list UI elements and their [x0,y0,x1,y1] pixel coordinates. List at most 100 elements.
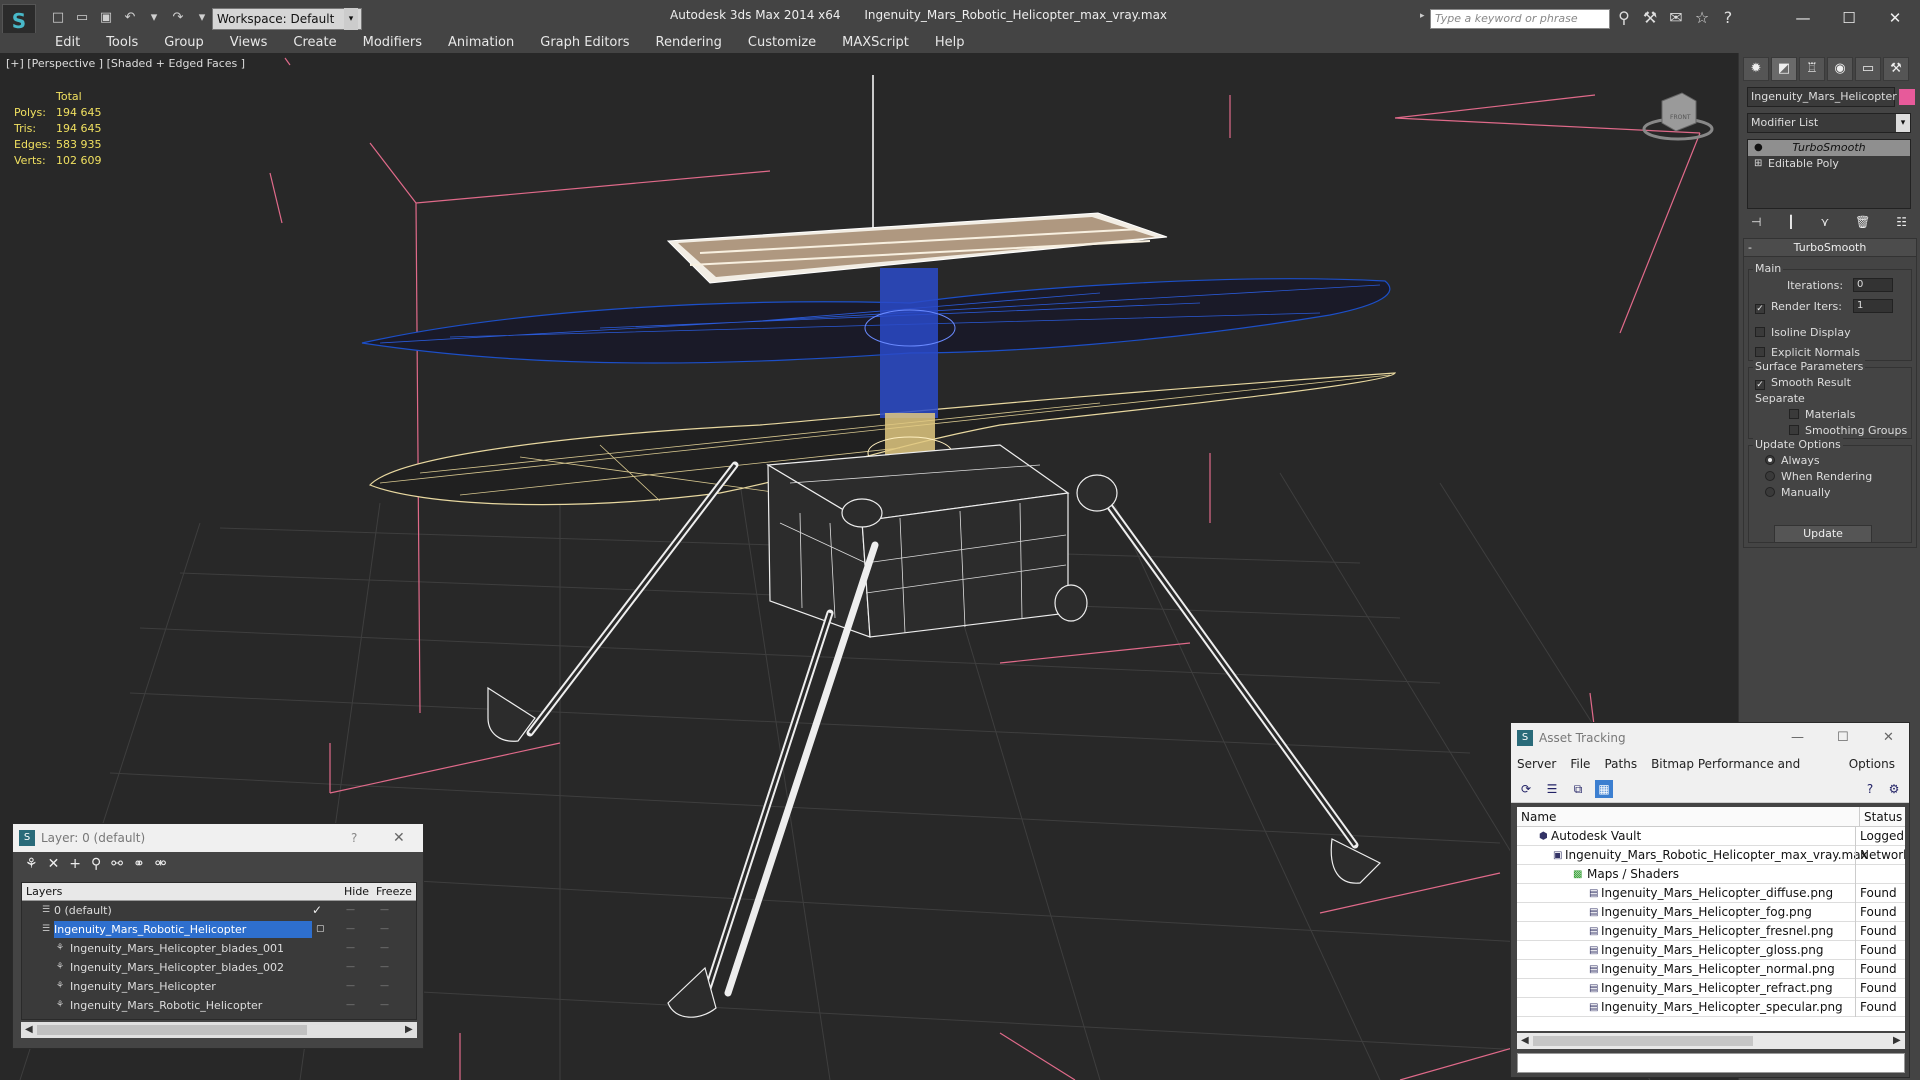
scroll-right-icon[interactable]: ▶ [1893,1033,1901,1049]
checkbox-checked[interactable]: ✓ [1755,380,1765,390]
help-icon[interactable]: ? [1861,780,1879,798]
hide-toggle[interactable]: — [346,920,355,939]
freeze-toggle[interactable]: — [380,920,389,939]
scrollbar-thumb[interactable] [1533,1036,1753,1046]
settings-icon[interactable]: ⚙ [1885,780,1903,798]
close-icon[interactable]: ✕ [1872,4,1918,32]
expand-plus-icon[interactable]: ⊞ [1754,156,1762,172]
asset-row[interactable]: ⬢ Autodesk Vault Logged Out [1517,827,1905,846]
freeze-toggle[interactable]: — [380,958,389,977]
redo-icon[interactable]: ↷ [168,8,188,28]
tree-view-icon[interactable]: ⧉ [1569,780,1587,798]
save-file-icon[interactable]: ▣ [96,8,116,28]
hide-toggle[interactable]: — [346,939,355,958]
make-unique-icon[interactable]: ⋎ [1820,215,1829,229]
hide-toggle[interactable]: — [346,996,355,1015]
radio-unselected[interactable] [1765,487,1775,497]
freeze-toggle[interactable]: — [380,939,389,958]
highlight-layer-icon[interactable]: ⚯ [111,856,123,878]
lightbulb-icon[interactable]: ● [1754,140,1763,156]
menu-group[interactable]: Group [164,33,204,53]
asset-row[interactable]: ▤ Ingenuity_Mars_Helicopter_refract.png … [1517,979,1905,998]
freeze-toggle[interactable]: — [380,996,389,1015]
asset-window-titlebar[interactable]: S Asset Tracking — ☐ ✕ [1511,723,1909,753]
asset-row[interactable]: ▩ Maps / Shaders [1517,865,1905,884]
scroll-left-icon[interactable]: ◀ [25,1022,33,1038]
radio-selected[interactable] [1765,455,1775,465]
smoothing-groups-toggle[interactable]: Smoothing Groups [1789,424,1907,437]
stack-item-turbosmooth[interactable]: ● TurboSmooth [1748,140,1910,156]
scrollbar-thumb[interactable] [37,1025,307,1035]
hide-toggle[interactable]: — [346,977,355,996]
menu-maxscript[interactable]: MAXScript [842,33,909,53]
menu-customize[interactable]: Customize [748,33,816,53]
layer-status-icon[interactable]: ▢ [316,920,325,939]
checkbox-unchecked[interactable] [1755,347,1765,357]
binoculars-icon[interactable]: ⚲ [1614,8,1634,27]
menu-views[interactable]: Views [230,33,268,53]
menu-create[interactable]: Create [293,33,336,53]
subscription-icon[interactable]: ⚒ [1640,8,1660,27]
checkbox-checked[interactable]: ✓ [1755,304,1765,314]
menu-animation[interactable]: Animation [448,33,514,53]
minimize-icon[interactable]: — [1780,4,1826,32]
undo-icon[interactable]: ↶ [120,8,140,28]
layer-row[interactable]: ☰ 0 (default) ✓ — — [22,901,416,920]
menu-modifiers[interactable]: Modifiers [363,33,422,53]
radio-unselected[interactable] [1765,471,1775,481]
materials-toggle[interactable]: Materials [1789,408,1855,421]
hide-toggle[interactable]: — [346,958,355,977]
select-in-layer-icon[interactable]: ⚲ [91,856,101,878]
open-file-icon[interactable]: ▭ [72,8,92,28]
close-icon[interactable]: ✕ [1883,723,1894,753]
hide-all-layers-icon[interactable]: ⚭ [133,856,145,878]
search-input[interactable]: Type a keyword or phrase [1430,9,1610,29]
show-end-result-icon[interactable]: ┃ [1787,215,1794,229]
layer-row[interactable]: ⚘ Ingenuity_Mars_Helicopter_blades_002 —… [22,958,416,977]
list-view-icon[interactable]: ☰ [1543,780,1561,798]
minimize-icon[interactable]: — [1791,723,1804,753]
table-view-icon[interactable]: ▦ [1595,780,1613,798]
render-iters-spinner[interactable]: 1 [1853,299,1893,313]
asset-row[interactable]: ▤ Ingenuity_Mars_Helicopter_diffuse.png … [1517,884,1905,903]
update-button[interactable]: Update [1774,525,1872,543]
asset-path-field[interactable] [1517,1053,1905,1073]
col-layers[interactable]: Layers [26,883,62,901]
smooth-result-toggle[interactable]: ✓ Smooth Result [1755,376,1851,390]
col-name[interactable]: Name [1521,807,1556,827]
freeze-toggle[interactable]: — [380,901,389,920]
object-name-field[interactable]: Ingenuity_Mars_Helicopter [1747,87,1897,107]
asset-row[interactable]: ▤ Ingenuity_Mars_Helicopter_normal.png F… [1517,960,1905,979]
checkbox-unchecked[interactable] [1789,409,1799,419]
asset-row[interactable]: ▤ Ingenuity_Mars_Helicopter_specular.png… [1517,998,1905,1017]
menu-server[interactable]: Server [1517,753,1556,775]
viewport-label[interactable]: [+] [Perspective ] [Shaded + Edged Faces… [6,57,245,70]
layer-window-titlebar[interactable]: S Layer: 0 (default) ? ✕ [13,824,423,852]
menu-graph-editors[interactable]: Graph Editors [540,33,629,53]
menu-options[interactable]: Options [1849,753,1895,775]
menu-tools[interactable]: Tools [106,33,138,53]
checkbox-unchecked[interactable] [1755,327,1765,337]
update-when-rendering-radio[interactable]: When Rendering [1765,470,1872,483]
layer-row[interactable]: ☰ Ingenuity_Mars_Robotic_Helicopter ▢ — … [22,920,416,939]
menu-help[interactable]: Help [935,33,965,53]
delete-layer-icon[interactable]: ✕ [48,856,60,878]
search-expand-icon[interactable]: ▸ [1420,11,1425,21]
communication-icon[interactable]: ✉ [1666,8,1686,27]
utilities-tab-icon[interactable]: ⚒ [1883,57,1909,81]
asset-horizontal-scrollbar[interactable]: ◀ ▶ [1517,1033,1905,1049]
layer-horizontal-scrollbar[interactable]: ◀ ▶ [21,1022,417,1038]
hide-toggle[interactable]: — [346,901,355,920]
workspace-dropdown[interactable]: Workspace: Default ▾ [212,8,362,30]
pin-stack-icon[interactable]: ⊣ [1751,215,1761,229]
checkbox-unchecked[interactable] [1789,425,1799,435]
isoline-display-toggle[interactable]: Isoline Display [1755,326,1851,339]
scroll-right-icon[interactable]: ▶ [405,1022,413,1038]
maximize-icon[interactable]: ☐ [1837,723,1849,753]
close-icon[interactable]: ✕ [393,824,405,852]
layer-row[interactable]: ⚘ Ingenuity_Mars_Robotic_Helicopter — — [22,996,416,1015]
asset-row[interactable]: ▣ Ingenuity_Mars_Robotic_Helicopter_max_… [1517,846,1905,865]
new-file-icon[interactable]: □ [48,8,68,28]
freeze-all-layers-icon[interactable]: ⚮ [155,856,167,878]
layer-row[interactable]: ⚘ Ingenuity_Mars_Helicopter_blades_001 —… [22,939,416,958]
